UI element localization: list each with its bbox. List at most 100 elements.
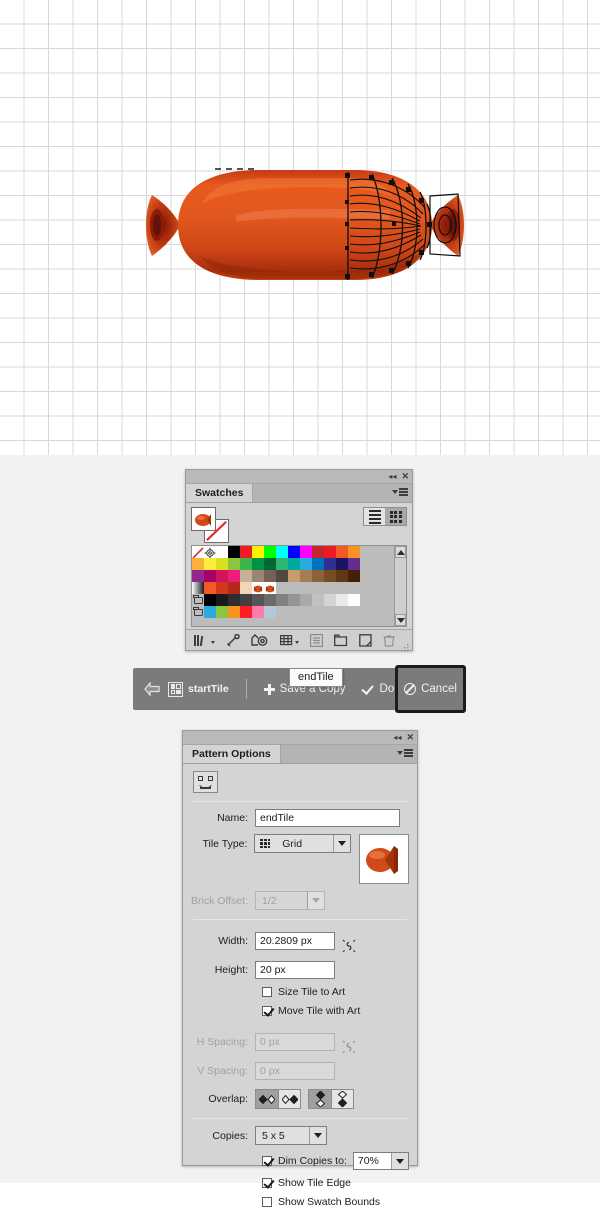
swatch-color[interactable] — [228, 570, 240, 582]
pattern-options-titlebar[interactable]: ◂◂ ✕ — [183, 731, 417, 745]
swatch-color[interactable] — [348, 546, 360, 558]
close-icon[interactable]: ✕ — [401, 472, 409, 481]
swatch-color[interactable] — [336, 546, 348, 558]
swatch-color[interactable] — [216, 570, 228, 582]
edit-color-group-icon[interactable] — [280, 634, 299, 647]
swatch-color[interactable] — [216, 546, 228, 558]
swatch-color[interactable] — [252, 546, 264, 558]
swatch-color[interactable] — [324, 570, 336, 582]
swatch-color[interactable] — [240, 606, 252, 618]
swatch-color[interactable] — [276, 546, 288, 558]
swatch-color[interactable] — [204, 582, 216, 594]
cancel-button[interactable]: Cancel — [395, 665, 466, 713]
dim-copies-select[interactable]: 70% — [352, 1152, 409, 1170]
swatch-color[interactable] — [324, 594, 336, 606]
swatch-color[interactable] — [216, 558, 228, 570]
chevron-down-icon[interactable] — [309, 1127, 326, 1144]
swatch-color[interactable] — [252, 570, 264, 582]
swatch-color[interactable] — [336, 558, 348, 570]
name-input[interactable]: endTile — [255, 809, 400, 827]
dim-copies-checkbox[interactable] — [262, 1156, 272, 1166]
resize-grip-icon[interactable] — [401, 639, 409, 652]
swatch-color[interactable] — [240, 546, 252, 558]
swatch-scrollbar[interactable] — [394, 546, 406, 626]
swatch-grid[interactable] — [192, 546, 394, 626]
height-input[interactable]: 20 px — [255, 961, 335, 979]
swatch-color[interactable] — [300, 558, 312, 570]
swatch-group-folder-icon[interactable] — [192, 594, 204, 606]
swatch-color[interactable] — [300, 546, 312, 558]
swatch-color[interactable] — [216, 582, 228, 594]
swatch-color[interactable] — [288, 546, 300, 558]
delete-swatch-icon[interactable] — [383, 634, 395, 647]
pattern-tile-tool-button[interactable] — [193, 771, 218, 793]
tab-pattern-options[interactable]: Pattern Options — [183, 745, 281, 763]
swatches-titlebar[interactable]: ◂◂ ✕ — [186, 470, 412, 484]
swatch-color[interactable] — [252, 606, 264, 618]
panel-menu-icon[interactable] — [392, 488, 408, 496]
move-tile-with-art-checkbox[interactable] — [262, 1006, 272, 1016]
tile-type-select[interactable]: Grid — [254, 834, 352, 853]
swatch-gradient[interactable] — [192, 582, 204, 594]
swatch-color[interactable] — [216, 594, 228, 606]
overlap-horizontal-set[interactable] — [255, 1089, 301, 1109]
color-guide-icon[interactable] — [251, 633, 269, 647]
scrollbar-track[interactable] — [395, 558, 406, 614]
new-swatch-icon[interactable] — [359, 633, 372, 647]
swatch-color[interactable] — [192, 558, 204, 570]
swatch-color[interactable] — [240, 570, 252, 582]
swatch-color[interactable] — [228, 558, 240, 570]
swatch-color[interactable] — [300, 594, 312, 606]
fill-swatch[interactable] — [191, 507, 216, 531]
pattern-options-panel[interactable]: ◂◂ ✕ Pattern Options Name: endTile Tile … — [182, 730, 418, 1208]
swatch-color[interactable] — [288, 594, 300, 606]
swatch-color[interactable] — [312, 594, 324, 606]
overlap-bottom-in-front-icon[interactable] — [331, 1090, 353, 1108]
overlap-vertical-set[interactable] — [308, 1089, 354, 1109]
swatch-color[interactable] — [252, 594, 264, 606]
overlap-left-in-front-icon[interactable] — [256, 1090, 278, 1108]
swatch-color[interactable] — [240, 558, 252, 570]
swatch-color[interactable] — [264, 546, 276, 558]
size-tile-to-art-row[interactable]: Size Tile to Art — [183, 986, 417, 998]
swatch-color[interactable] — [228, 606, 240, 618]
swatch-registration[interactable] — [204, 546, 216, 559]
copies-select[interactable]: 5 x 5 — [255, 1126, 327, 1145]
close-icon[interactable]: ✕ — [406, 733, 414, 742]
size-tile-to-art-checkbox[interactable] — [262, 987, 272, 997]
swatch-color[interactable] — [264, 570, 276, 582]
scroll-up-arrow-icon[interactable] — [395, 546, 406, 558]
swatch-color[interactable] — [228, 546, 240, 558]
swatch-color[interactable] — [264, 594, 276, 606]
swatch-color[interactable] — [276, 558, 288, 570]
show-swatch-kinds-icon[interactable] — [226, 633, 240, 647]
swatch-pattern-endtile[interactable] — [252, 582, 264, 594]
swatches-panel[interactable]: ◂◂ ✕ Swatches endTile — [185, 469, 413, 687]
sausage-pattern-artwork[interactable] — [140, 160, 470, 290]
swatch-color[interactable] — [324, 546, 336, 558]
show-swatch-bounds-row[interactable]: Show Swatch Bounds — [183, 1196, 417, 1208]
swatch-color[interactable] — [228, 582, 240, 594]
back-arrow-icon[interactable] — [144, 682, 160, 696]
swatch-color[interactable] — [348, 594, 360, 606]
scroll-down-arrow-icon[interactable] — [395, 614, 406, 626]
illustrator-canvas[interactable] — [0, 0, 600, 455]
double-chevron-left-icon[interactable]: ◂◂ — [388, 472, 396, 481]
show-tile-edge-checkbox[interactable] — [262, 1178, 272, 1188]
swatch-color[interactable] — [324, 558, 336, 570]
fill-stroke-control[interactable] — [191, 507, 233, 543]
overlap-right-in-front-icon[interactable] — [278, 1090, 300, 1108]
swatch-color[interactable] — [336, 570, 348, 582]
show-swatch-bounds-checkbox[interactable] — [262, 1197, 272, 1207]
swatch-pattern-endtile[interactable] — [264, 582, 276, 594]
grid-view-icon[interactable] — [385, 508, 406, 525]
swatch-libraries-menu-icon[interactable] — [194, 634, 215, 647]
width-input[interactable]: 20.2809 px — [255, 931, 335, 950]
swatch-color[interactable] — [276, 570, 288, 582]
swatch-color[interactable] — [240, 582, 252, 594]
swatch-group-folder-icon[interactable] — [192, 606, 204, 618]
swatch-color[interactable] — [348, 558, 360, 570]
swatch-color[interactable] — [240, 594, 252, 606]
swatch-color[interactable] — [300, 570, 312, 582]
panel-menu-icon[interactable] — [397, 749, 413, 757]
